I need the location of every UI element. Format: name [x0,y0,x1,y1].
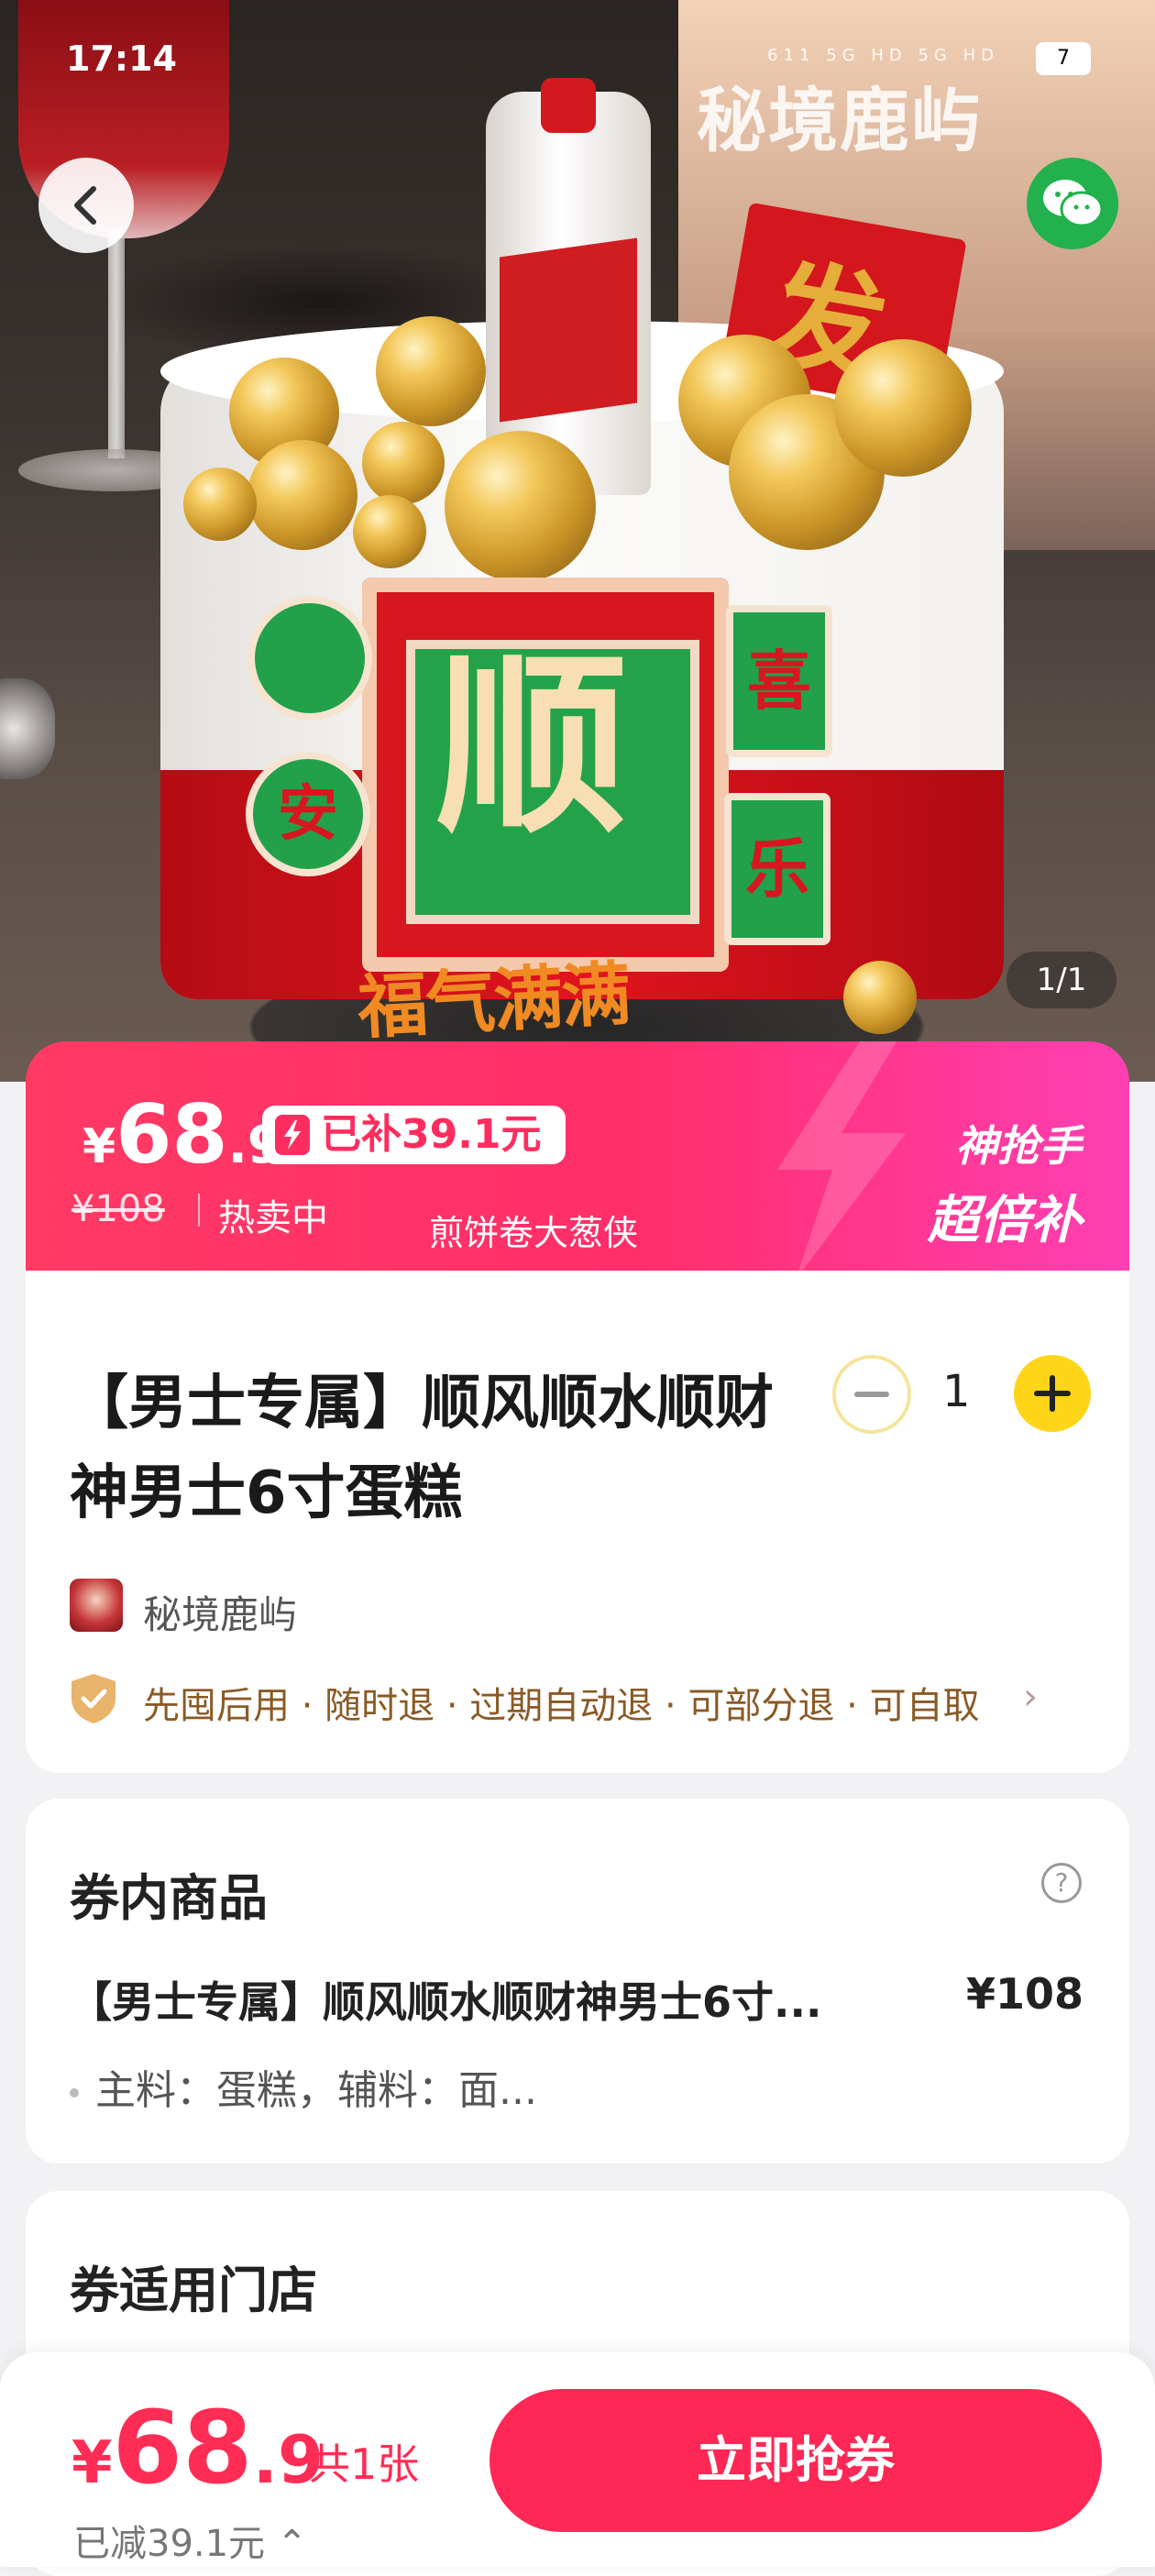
price-integer: 68 [116,1087,228,1182]
saved-amount-toggle[interactable]: 已减39.1元 ⌃ [73,2514,307,2567]
grab-voucher-button[interactable]: 立即抢券 [490,2389,1102,2532]
bottom-purchase-bar: ¥68.9 共1张 已减39.1元 ⌃ 立即抢券 [0,2352,1155,2567]
bottle-label [500,237,637,423]
gold-ball [353,495,426,568]
wechat-icon [1043,180,1104,227]
gold-ball [834,339,972,477]
gold-ball [843,961,917,1034]
divider [198,1194,200,1227]
total-integer: 68 [112,2389,253,2506]
side-disc-apple [248,596,372,721]
sign-char: 顺 [435,634,629,859]
voucher-item-price: ¥108 [965,1969,1084,2019]
shop-name: 秘境鹿屿 [143,1592,298,1637]
total-currency: ¥ [72,2429,113,2497]
image-counter: 1/1 [1006,952,1116,1008]
status-time: 17:14 [66,39,177,79]
cake-script-text: 福气满满 [356,952,632,1049]
stores-title: 券适用门店 [70,2262,317,2319]
cake-center-sign: 顺 [362,578,729,972]
lightning-icon [275,1115,310,1155]
price-currency: ¥ [82,1119,116,1174]
side-mark-xi: 喜 [726,605,832,757]
subsidy-badge: 已补39.1元 [262,1106,566,1164]
gold-ball [362,422,445,504]
sale-status: 热卖中 [218,1197,328,1239]
product-title: 【男士专属】顺风顺水顺财神男士6寸蛋糕 [70,1370,774,1527]
quantity-stepper: 1 [832,1355,1107,1437]
battery-icon: 7 [1036,42,1091,75]
voucher-items-card: 券内商品 ? 【男士专属】顺风顺水顺财神男士6寸... ¥108 主料：蛋糕，辅… [26,1799,1129,2163]
chevron-right-icon: › [1023,1676,1038,1718]
voucher-item-name: 【男士专属】顺风顺水顺财神男士6寸... [70,1977,822,2027]
shop-caption: 煎饼卷大葱侠 [429,1213,639,1253]
gold-ball [445,431,596,582]
guarantee-text: 先囤后用 · 随时退 · 过期自动退 · 可部分退 · 可自取 [143,1685,980,1727]
minus-icon [854,1392,889,1397]
wechat-share-button[interactable] [1027,158,1118,249]
guarantee-row[interactable]: 先囤后用 · 随时退 · 过期自动退 · 可部分退 · 可自取 › [70,1670,1096,1727]
gold-ball [248,440,358,550]
voucher-item-desc: 主料：蛋糕，辅料：面... [70,2057,537,2116]
voucher-items-title: 券内商品 [70,1869,268,1927]
side-disc-an: 安 [246,752,370,876]
current-price: ¥68.9 [82,1087,283,1182]
back-button[interactable] [38,158,134,253]
increase-quantity-button[interactable] [1014,1355,1091,1432]
gold-ball [376,316,486,426]
promo-tag-line1: 神抢手 [955,1121,1082,1171]
price-banner: ¥68.9 已补39.1元 ¥108 热卖中 煎饼卷大葱侠 神抢手 超倍补 [26,1041,1129,1271]
status-icons: 611 5G HD 5G HD [767,46,999,65]
side-mark-le: 乐 [724,793,830,945]
wine-glass-stem [108,229,125,458]
help-icon[interactable]: ? [1041,1863,1082,1903]
promo-tag-line2: 超倍补 [928,1191,1082,1250]
chevron-left-icon [74,186,96,225]
lightning-decoration-icon [777,1041,906,1271]
wristwatch [0,678,55,779]
total-price: ¥68.9 [72,2389,324,2506]
plus-icon-stem [1050,1375,1055,1412]
shield-check-icon [72,1674,116,1723]
decrease-quantity-button[interactable] [832,1355,911,1434]
side-disc-char: 安 [278,778,338,849]
product-info-card: 【男士专属】顺风顺水顺财神男士6寸蛋糕 1 秘境鹿屿 先囤后用 · 随时退 · … [26,1271,1129,1773]
original-price: ¥108 [72,1188,165,1230]
quantity-value: 1 [942,1366,971,1417]
watermark: 秘境鹿屿 [697,80,983,161]
subsidy-text: 已补39.1元 [321,1111,542,1158]
shop-avatar [70,1579,123,1632]
gold-ball [183,468,257,541]
voucher-count: 共1张 [308,2439,420,2489]
